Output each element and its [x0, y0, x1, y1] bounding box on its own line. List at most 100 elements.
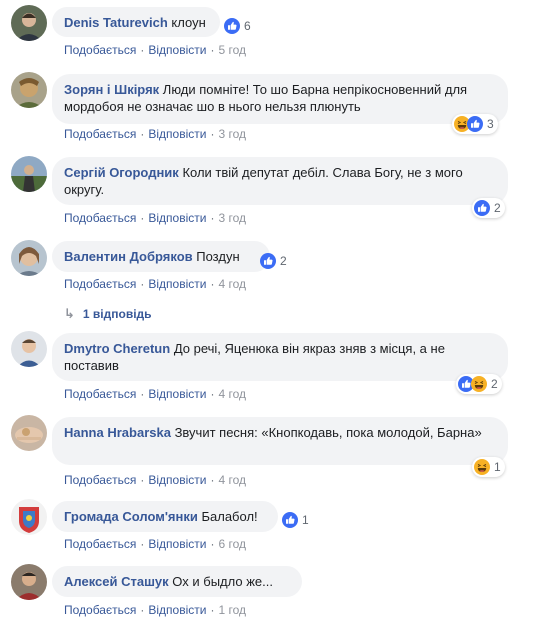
comment-time[interactable]: 4 год [218, 277, 246, 291]
reactions-count: 2 [491, 377, 498, 391]
comment-author[interactable]: Сергій Огородник [64, 165, 179, 180]
comment-author[interactable]: Громада Солом'янки [64, 509, 198, 524]
avatar[interactable] [11, 72, 47, 108]
avatar[interactable] [11, 5, 47, 41]
avatar[interactable] [11, 415, 47, 451]
comment-bubble: Алексей Сташук Ох и быдло же... [52, 566, 302, 597]
avatar[interactable] [11, 156, 47, 192]
comment-text: Ох и быдло же... [172, 574, 273, 589]
comment-bubble: Dmytro Cheretun До речі, Яценюка він якр… [52, 333, 508, 381]
like-link[interactable]: Подобається [64, 277, 136, 291]
comment-bubble: Hanna Hrabarska Звучит песня: «Кнопкодав… [52, 417, 508, 465]
like-icon [224, 18, 240, 34]
like-link[interactable]: Подобається [64, 127, 136, 141]
reactions-count: 2 [280, 254, 287, 268]
comment-actions: Подобається · Відповісти · 1 год [64, 603, 246, 617]
separator: · [140, 211, 145, 225]
like-link[interactable]: Подобається [64, 537, 136, 551]
reactions-summary[interactable]: 2 [472, 198, 505, 218]
separator: · [140, 277, 145, 291]
reactions-summary[interactable]: 2 [258, 251, 291, 271]
comment-author[interactable]: Валентин Добряков [64, 249, 193, 264]
reply-link[interactable]: Відповісти [148, 277, 206, 291]
comment-actions: Подобається · Відповісти · 5 год [64, 43, 246, 57]
like-icon [282, 512, 298, 528]
reactions-count: 2 [494, 201, 501, 215]
separator: · [140, 603, 145, 617]
comment-actions: Подобається · Відповісти · 3 год [64, 211, 246, 225]
comment-time[interactable]: 3 год [218, 211, 246, 225]
avatar[interactable] [11, 499, 47, 535]
separator: · [140, 43, 145, 57]
avatar[interactable] [11, 240, 47, 276]
reactions-summary[interactable]: 6 [222, 16, 255, 36]
comment-actions: Подобається · Відповісти · 6 год [64, 537, 246, 551]
reply-arrow-icon: ↳ [64, 306, 75, 321]
comment-time[interactable]: 1 год [218, 603, 246, 617]
separator: · [210, 537, 215, 551]
reply-link[interactable]: Відповісти [148, 211, 206, 225]
comment-actions: Подобається · Відповісти · 4 год [64, 387, 246, 401]
comment-actions: Подобається · Відповісти · 3 год [64, 127, 246, 141]
comment-time[interactable]: 3 год [218, 127, 246, 141]
comment-bubble: Denis Taturevich клоун [52, 7, 220, 37]
haha-icon [471, 376, 487, 392]
view-replies-link[interactable]: ↳ 1 відповідь [64, 306, 152, 322]
comment-time[interactable]: 4 год [218, 387, 246, 401]
separator: · [140, 387, 145, 401]
reactions-summary[interactable]: 2 [456, 374, 502, 394]
reactions-count: 3 [487, 117, 494, 131]
separator: · [210, 127, 215, 141]
comment-time[interactable]: 6 год [218, 537, 246, 551]
reply-link[interactable]: Відповісти [148, 43, 206, 57]
comment-bubble: Сергій Огородник Коли твій депутат дебіл… [52, 157, 508, 205]
separator: · [210, 43, 215, 57]
reply-link[interactable]: Відповісти [148, 537, 206, 551]
reactions-summary[interactable]: 1 [280, 510, 313, 530]
comment-author[interactable]: Зорян і Шкіряк [64, 82, 159, 97]
separator: · [210, 387, 215, 401]
reactions-count: 6 [244, 19, 251, 33]
comment-bubble: Громада Солом'янки Балабол! [52, 501, 278, 532]
separator: · [140, 473, 145, 487]
comment-bubble: Зорян і Шкіряк Люди помніте! То шо Барна… [52, 74, 508, 124]
like-link[interactable]: Подобається [64, 43, 136, 57]
like-icon [467, 116, 483, 132]
reply-link[interactable]: Відповісти [148, 387, 206, 401]
avatar[interactable] [11, 564, 47, 600]
separator: · [210, 277, 215, 291]
reply-link[interactable]: Відповісти [148, 473, 206, 487]
like-icon [260, 253, 276, 269]
comment-author[interactable]: Dmytro Cheretun [64, 341, 170, 356]
comment-author[interactable]: Denis Taturevich [64, 15, 168, 30]
like-link[interactable]: Подобається [64, 387, 136, 401]
reactions-summary[interactable]: 1 [472, 457, 505, 477]
reply-link[interactable]: Відповісти [148, 127, 206, 141]
separator: · [210, 473, 215, 487]
comment-text: Поздун [196, 249, 240, 264]
comment-text: Балабол! [201, 509, 258, 524]
separator: · [140, 537, 145, 551]
reactions-count: 1 [302, 513, 309, 527]
separator: · [210, 603, 215, 617]
comment-actions: Подобається · Відповісти · 4 год [64, 473, 246, 487]
reply-link[interactable]: Відповісти [148, 603, 206, 617]
like-link[interactable]: Подобається [64, 473, 136, 487]
replies-count-label: 1 відповідь [82, 307, 152, 321]
comment-bubble: Валентин Добряков Поздун [52, 241, 270, 272]
haha-icon [474, 459, 490, 475]
like-link[interactable]: Подобається [64, 211, 136, 225]
reactions-summary[interactable]: 3 [452, 114, 498, 134]
comment-time[interactable]: 5 год [218, 43, 246, 57]
comment-actions: Подобається · Відповісти · 4 год [64, 277, 246, 291]
like-link[interactable]: Подобається [64, 603, 136, 617]
comment-text: Звучит песня: «Кнопкодавь, пока молодой,… [174, 425, 482, 440]
avatar[interactable] [11, 331, 47, 367]
comment-author[interactable]: Hanna Hrabarska [64, 425, 171, 440]
reactions-count: 1 [494, 460, 501, 474]
comment-author[interactable]: Алексей Сташук [64, 574, 169, 589]
separator: · [140, 127, 145, 141]
comment-time[interactable]: 4 год [218, 473, 246, 487]
comment-text: клоун [171, 15, 206, 30]
separator: · [210, 211, 215, 225]
